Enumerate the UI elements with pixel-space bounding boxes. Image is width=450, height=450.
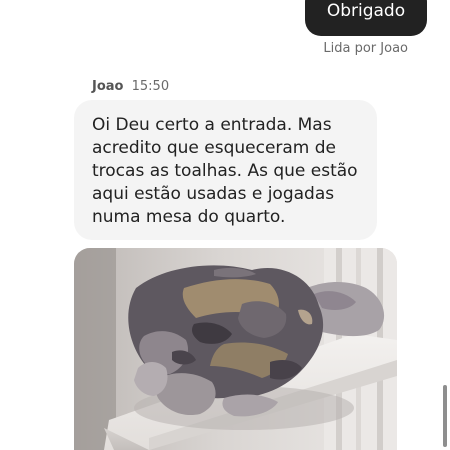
- chat-screen: Obrigado Lida por Joao Joao 15:50 Oi Deu…: [0, 0, 450, 450]
- read-receipt: Lida por Joao: [323, 41, 408, 56]
- message-sender: Joao: [92, 79, 124, 94]
- received-message-bubble[interactable]: Oi Deu certo a entrada. Mas acredito que…: [74, 100, 377, 240]
- message-time: 15:50: [131, 79, 170, 94]
- towel-photo-image: [74, 248, 397, 450]
- message-header: Joao 15:50: [92, 78, 169, 96]
- sent-message-bubble[interactable]: Obrigado: [305, 0, 427, 36]
- received-message-text: Oi Deu certo a entrada. Mas acredito que…: [92, 115, 358, 227]
- towel-photo-attachment[interactable]: [74, 248, 397, 450]
- scrollbar-thumb[interactable]: [443, 385, 447, 447]
- sent-message-text: Obrigado: [326, 1, 406, 21]
